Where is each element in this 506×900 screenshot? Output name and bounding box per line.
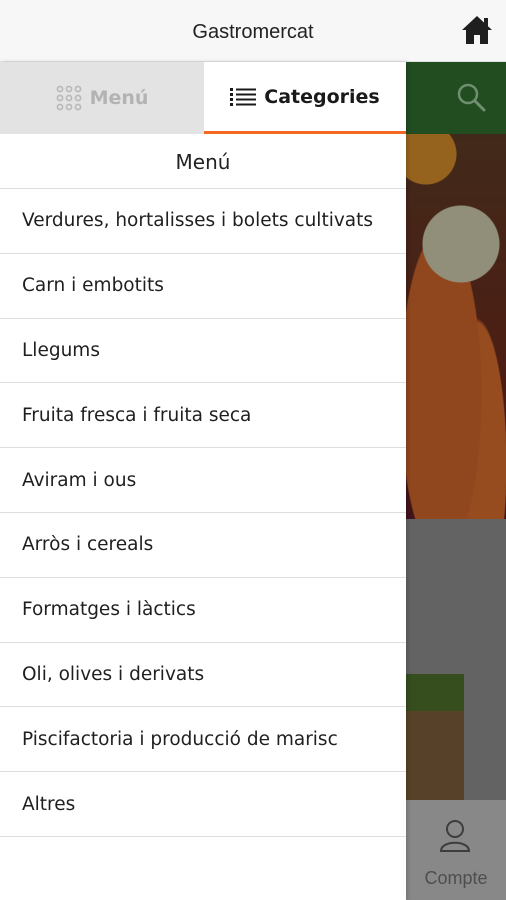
list-item[interactable]: Verdures, hortalisses i bolets cultivats — [0, 189, 406, 254]
list-item[interactable]: Altres — [0, 772, 406, 837]
drawer-tabs: Menú Categories — [0, 62, 406, 134]
top-bar: Gastromercat — [0, 0, 506, 62]
list-item[interactable]: Oli, olives i derivats — [0, 643, 406, 708]
list-item[interactable]: Aviram i ous — [0, 448, 406, 513]
category-list: Verdures, hortalisses i bolets cultivats… — [0, 189, 406, 837]
tab-menu-label: Menú — [89, 87, 149, 109]
section-title: Menú — [0, 134, 406, 189]
tab-categories[interactable]: Categories — [204, 62, 406, 134]
home-icon[interactable] — [460, 13, 494, 47]
list-icon — [230, 87, 257, 106]
app-title: Gastromercat — [192, 21, 314, 43]
list-item[interactable]: Formatges i làctics — [0, 578, 406, 643]
list-item[interactable]: Llegums — [0, 319, 406, 384]
list-item[interactable]: Fruita fresca i fruita seca — [0, 383, 406, 449]
grid-icon — [56, 85, 81, 111]
list-item[interactable]: Arròs i cereals — [0, 513, 406, 578]
list-item[interactable]: Piscifactoria i producció de marisc — [0, 707, 406, 773]
list-item[interactable]: Carn i embotits — [0, 254, 406, 319]
overlay-dim[interactable] — [406, 62, 506, 900]
background-content: Compte — [406, 62, 506, 900]
navigation-drawer: Menú Categories Menú Verdures, hortaliss… — [0, 62, 406, 900]
tab-categories-label: Categories — [264, 85, 380, 108]
tab-menu[interactable]: Menú — [0, 62, 204, 134]
